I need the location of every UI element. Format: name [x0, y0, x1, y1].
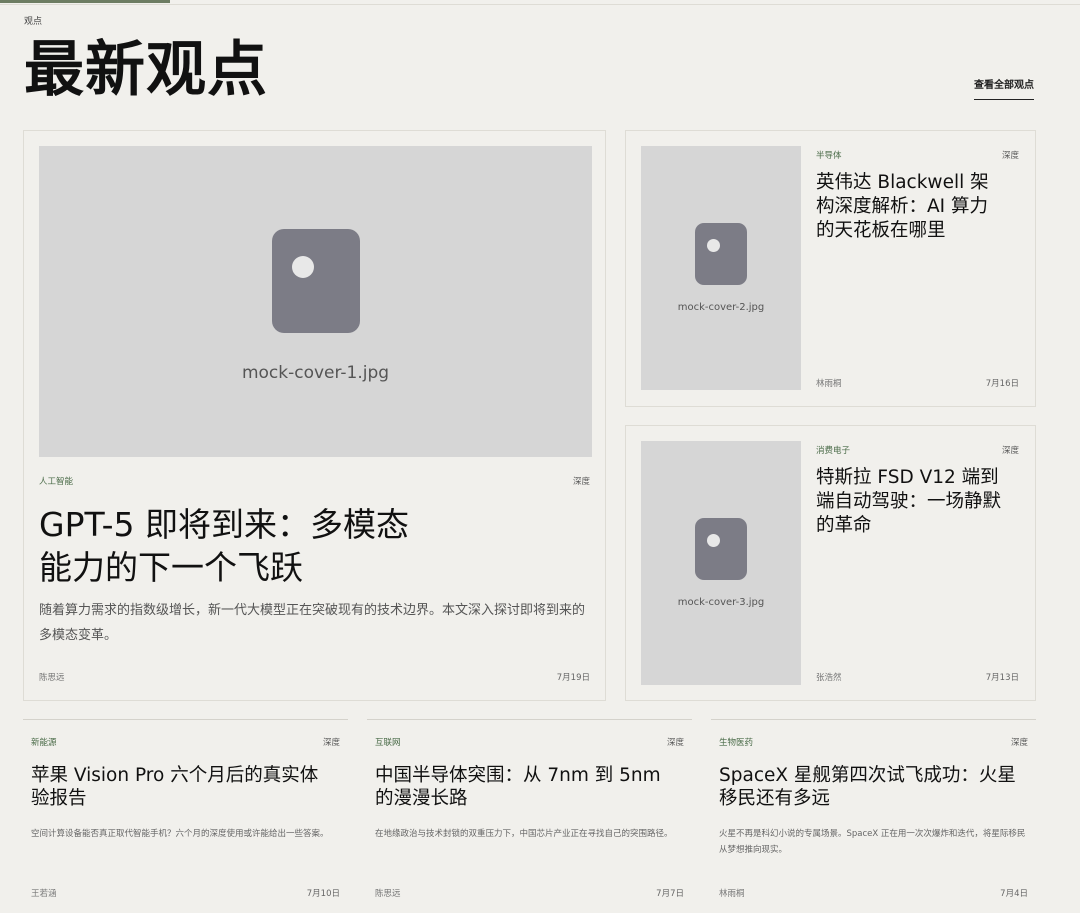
- image-icon: [271, 228, 360, 333]
- article-kind: 深度: [1001, 151, 1019, 161]
- category-tag[interactable]: 消费电子: [816, 444, 850, 456]
- article-author: 陈思远: [375, 889, 401, 899]
- side-article-card[interactable]: mock-cover-2.jpg 半导体 深度 英伟达 Blackwell 架构…: [625, 130, 1036, 407]
- article-date: 7月10日: [306, 889, 340, 899]
- section-label: 观点: [24, 17, 43, 27]
- image-filename: mock-cover-1.jpg: [241, 362, 390, 383]
- category-tag[interactable]: 人工智能: [39, 475, 73, 487]
- category-tag[interactable]: 新能源: [31, 736, 57, 748]
- bottom-article-card[interactable]: 生物医药 深度 SpaceX 星舰第四次试飞成功：火星移民还有多远 火星不再是科…: [711, 719, 1036, 913]
- side-cover-image: mock-cover-3.jpg: [641, 441, 801, 685]
- article-date: 7月13日: [985, 673, 1019, 683]
- article-author: 林雨桐: [816, 379, 842, 389]
- article-date: 7月4日: [1000, 889, 1028, 899]
- article-author: 林雨桐: [719, 889, 745, 899]
- article-summary: 随着算力需求的指数级增长，新一代大模型正在突破现有的技术边界。本文深入探讨即将到…: [39, 603, 586, 643]
- top-divider: [0, 4, 1080, 5]
- article-title[interactable]: 中国半导体突围：从 7nm 到 5nm 的漫漫长路: [375, 764, 675, 810]
- article-kind: 深度: [666, 738, 684, 748]
- article-kind: 深度: [572, 477, 590, 487]
- image-icon: [695, 518, 747, 580]
- image-filename: mock-cover-3.jpg: [677, 597, 765, 608]
- bottom-article-card[interactable]: 互联网 深度 中国半导体突围：从 7nm 到 5nm 的漫漫长路 在地缘政治与技…: [367, 719, 692, 913]
- article-summary: 空间计算设备能否真正取代智能手机？六个月的深度使用或许能给出一些答案。: [31, 829, 329, 839]
- side-article-card[interactable]: mock-cover-3.jpg 消费电子 深度 特斯拉 FSD V12 端到端…: [625, 425, 1036, 701]
- bottom-article-card[interactable]: 新能源 深度 苹果 Vision Pro 六个月后的真实体验报告 空间计算设备能…: [23, 719, 348, 913]
- reading-progress-bar: [0, 0, 170, 3]
- article-title[interactable]: 英伟达 Blackwell 架构深度解析：AI 算力的天花板在哪里: [816, 171, 1006, 243]
- article-date: 7月19日: [556, 673, 590, 683]
- article-summary: 火星不再是科幻小说的专属场景。SpaceX 正在用一次次爆炸和迭代，将星际移民从…: [719, 829, 1026, 855]
- article-date: 7月16日: [985, 379, 1019, 389]
- article-title[interactable]: GPT-5 即将到来：多模态能力的下一个飞跃: [39, 503, 419, 589]
- featured-cover-image: mock-cover-1.jpg: [39, 146, 592, 457]
- article-title[interactable]: 苹果 Vision Pro 六个月后的真实体验报告: [31, 764, 331, 810]
- category-tag[interactable]: 生物医药: [719, 736, 753, 748]
- featured-article-card[interactable]: mock-cover-1.jpg 人工智能 深度 GPT-5 即将到来：多模态能…: [23, 130, 606, 701]
- article-kind: 深度: [1010, 738, 1028, 748]
- article-title[interactable]: SpaceX 星舰第四次试飞成功：火星移民还有多远: [719, 764, 1019, 810]
- view-all-link[interactable]: 查看全部观点: [974, 76, 1034, 100]
- article-author: 张浩然: [816, 673, 842, 683]
- article-author: 王若涵: [31, 889, 57, 899]
- image-icon: [695, 223, 747, 285]
- article-kind: 深度: [1001, 446, 1019, 456]
- category-tag[interactable]: 半导体: [816, 149, 842, 161]
- article-date: 7月7日: [656, 889, 684, 899]
- side-cover-image: mock-cover-2.jpg: [641, 146, 801, 390]
- article-title[interactable]: 特斯拉 FSD V12 端到端自动驾驶：一场静默的革命: [816, 466, 1006, 538]
- article-kind: 深度: [322, 738, 340, 748]
- image-filename: mock-cover-2.jpg: [677, 302, 765, 313]
- category-tag[interactable]: 互联网: [375, 736, 401, 748]
- page-title: 最新观点: [24, 35, 268, 105]
- article-summary: 在地缘政治与技术封锁的双重压力下，中国芯片产业正在寻找自己的突围路径。: [375, 829, 673, 839]
- article-author: 陈思远: [39, 673, 65, 683]
